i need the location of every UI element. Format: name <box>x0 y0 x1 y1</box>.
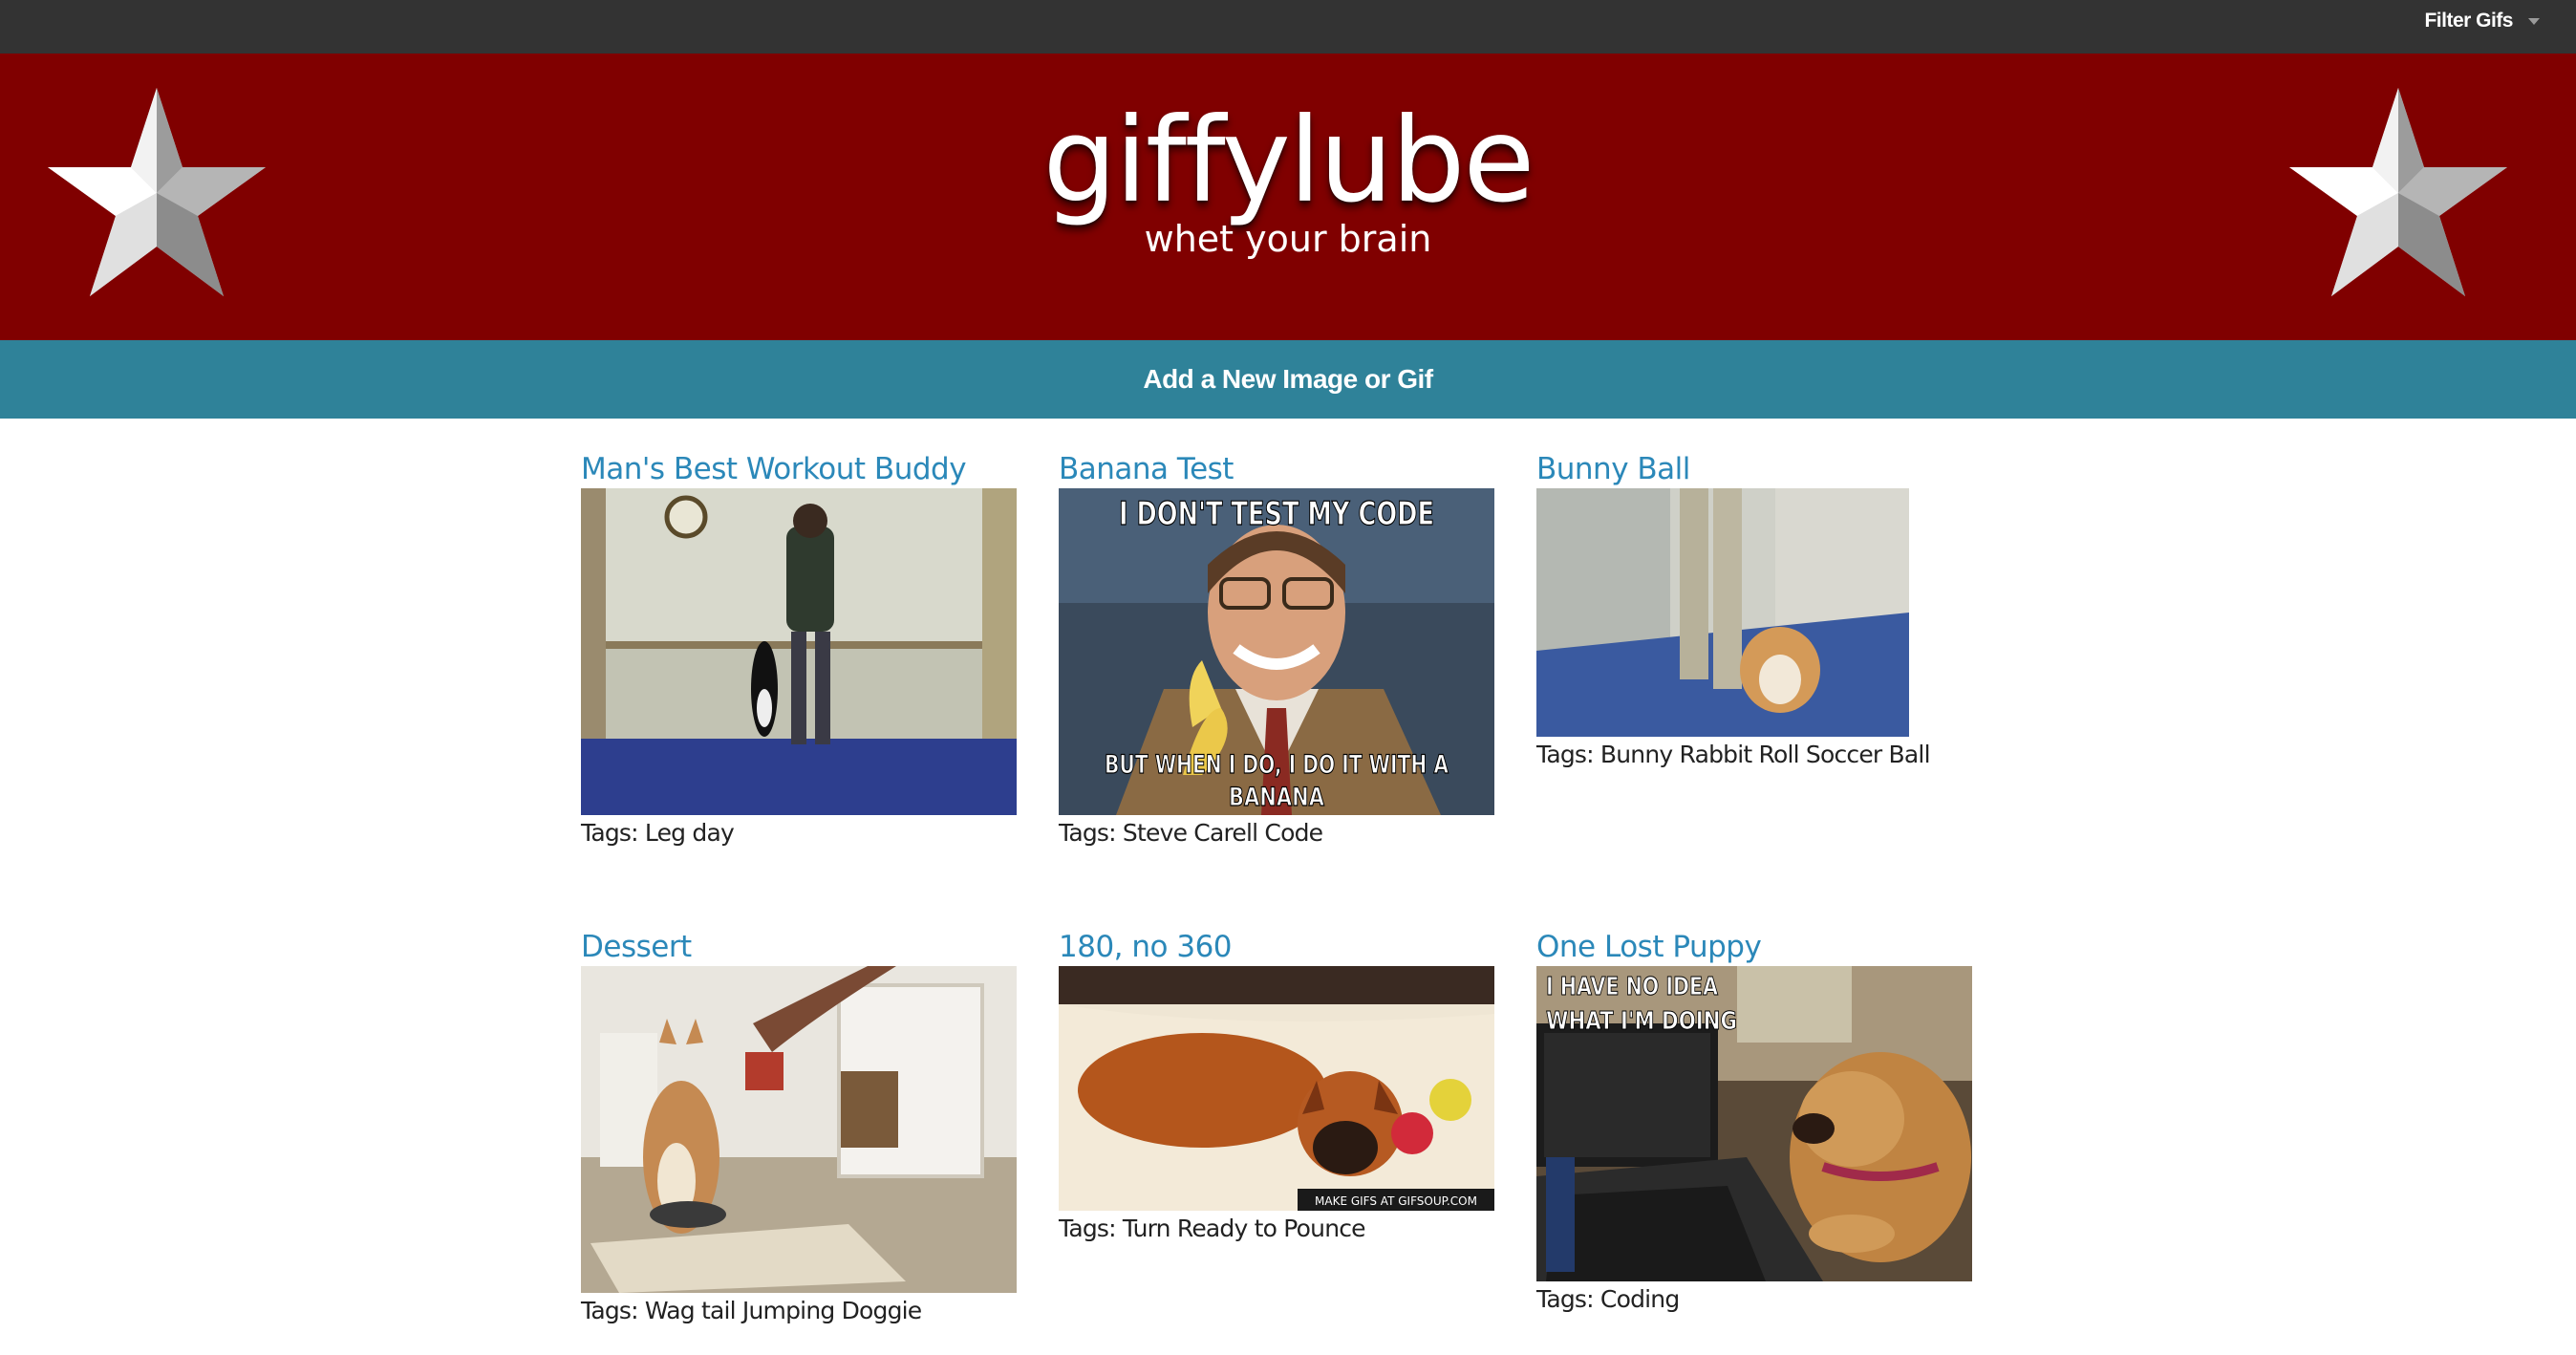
gif-tags: Tags: Wag tail Jumping Doggie <box>581 1297 922 1324</box>
gif-image[interactable] <box>581 488 1017 815</box>
filter-gifs-label: Filter Gifs <box>2424 10 2513 32</box>
gif-image[interactable]: MAKE GIFS AT GIFSOUP.COM <box>1059 966 1494 1211</box>
gif-card: Dessert Tags: Wag tail Jumping Doggie <box>581 928 1017 1325</box>
site-tagline: whet your brain <box>1144 218 1432 260</box>
gif-tags: Tags: Turn Ready to Pounce <box>1059 1215 1366 1242</box>
hero-banner: giffylube whet your brain <box>0 54 2576 340</box>
meme-caption-line-2: WHAT I'M DOING <box>1546 1007 1737 1036</box>
gif-card: One Lost Puppy I HAVE NO IDEA WHAT I'M D… <box>1536 928 1972 1314</box>
gif-card: Banana Test I DON'T TEST MY CODE BUT WHE… <box>1059 450 1494 848</box>
gif-tags: Tags: Leg day <box>581 819 735 847</box>
gif-image[interactable]: I HAVE NO IDEA WHAT I'M DOING <box>1536 966 1972 1281</box>
gif-title-link[interactable]: One Lost Puppy <box>1536 928 1972 966</box>
gif-tags: Tags: Coding <box>1536 1285 1680 1313</box>
gif-image[interactable] <box>1536 488 1909 737</box>
gif-tags: Tags: Steve Carell Code <box>1059 819 1323 847</box>
meme-caption-bottom: BUT WHEN I DO, I DO IT WITH A <box>1105 750 1449 780</box>
add-new-image-link[interactable]: Add a New Image or Gif <box>1143 364 1433 395</box>
gif-image[interactable] <box>581 966 1017 1293</box>
gif-title-link[interactable]: Bunny Ball <box>1536 450 1930 488</box>
caret-down-icon <box>2528 17 2540 25</box>
filter-gifs-dropdown[interactable]: Filter Gifs <box>2424 0 2540 42</box>
gif-tags: Tags: Bunny Rabbit Roll Soccer Ball <box>1536 741 1931 768</box>
gif-image[interactable]: I DON'T TEST MY CODE BUT WHEN I DO, I DO… <box>1059 488 1494 815</box>
site-title: giffylube <box>1042 93 1535 228</box>
gifsoup-watermark: MAKE GIFS AT GIFSOUP.COM <box>1315 1194 1477 1208</box>
gif-card: Man's Best Workout Buddy Tags: Leg day <box>581 450 1017 848</box>
add-new-bar: Add a New Image or Gif <box>0 340 2576 419</box>
meme-caption-bottom-2: BANANA <box>1229 783 1324 812</box>
gif-title-link[interactable]: Dessert <box>581 928 1017 966</box>
meme-caption-top: I DON'T TEST MY CODE <box>1119 495 1434 533</box>
gif-title-link[interactable]: Man's Best Workout Buddy <box>581 450 1017 488</box>
gif-card: Bunny Ball Tags: Bunny Rabbit Roll Socce… <box>1536 450 1931 769</box>
gif-title-link[interactable]: 180, no 360 <box>1059 928 1494 966</box>
gif-title-link[interactable]: Banana Test <box>1059 450 1494 488</box>
meme-caption-line-1: I HAVE NO IDEA <box>1546 973 1718 1001</box>
top-navbar: Filter Gifs <box>0 0 2576 54</box>
gif-card: 180, no 360 MAKE GIFS AT GIFSOUP.COM Tag… <box>1059 928 1494 1243</box>
